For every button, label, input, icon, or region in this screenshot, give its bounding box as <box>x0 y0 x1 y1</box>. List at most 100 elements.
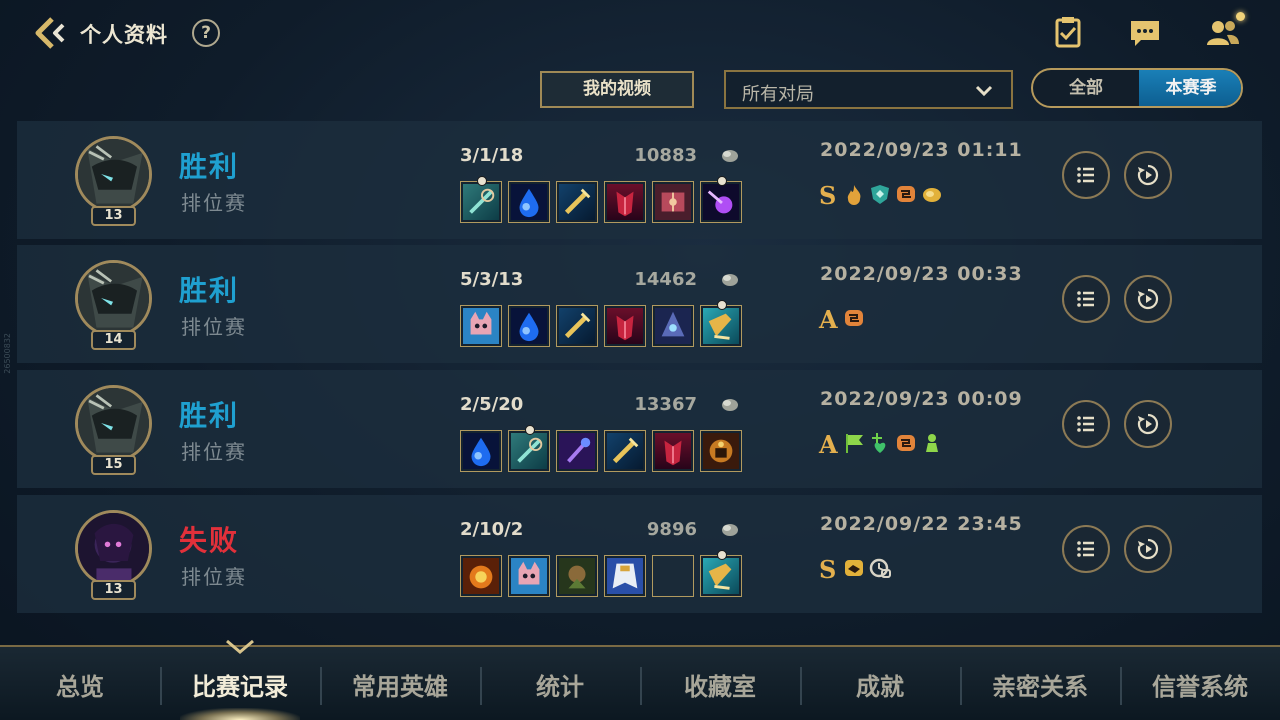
gold-amount: 9896 <box>646 519 697 540</box>
match-details-button[interactable] <box>1062 525 1110 573</box>
teal-sword-item[interactable] <box>508 425 550 472</box>
grade-badge: A <box>819 305 838 334</box>
empty-slot[interactable] <box>652 555 694 597</box>
red-armor-item[interactable] <box>604 305 646 347</box>
match-replay-button[interactable] <box>1124 525 1172 573</box>
match-result: 失败 <box>179 524 240 557</box>
red-armor-item[interactable] <box>652 430 694 472</box>
replay-icon <box>1137 164 1159 186</box>
teal-sword-item[interactable] <box>460 176 502 223</box>
pawn-icon <box>926 434 938 452</box>
chevron-down-icon <box>975 85 993 97</box>
kda-text: 2/5/20 <box>460 394 524 415</box>
heal-icon <box>872 433 886 453</box>
item-marker-icon <box>717 550 727 560</box>
item-marker-icon <box>717 176 727 186</box>
my-videos-button[interactable]: 我的视频 <box>540 71 694 108</box>
tab-separator <box>160 667 162 705</box>
match-mode: 排位赛 <box>181 191 247 215</box>
tab-4[interactable]: 收藏室 <box>640 647 800 720</box>
tab-separator <box>480 667 482 705</box>
side-id-text: 26500832 <box>3 333 12 374</box>
notification-dot <box>1236 12 1245 21</box>
match-replay-button[interactable] <box>1124 275 1172 323</box>
clipboard-check-icon[interactable] <box>1050 14 1086 50</box>
champion-level: 13 <box>91 580 136 600</box>
white-cape-item[interactable] <box>604 555 646 597</box>
gold-sword-item[interactable] <box>556 181 598 223</box>
gold-amount: 10883 <box>634 145 697 166</box>
tab-0[interactable]: 总览 <box>0 647 160 720</box>
match-type-select[interactable]: 所有对局 <box>724 70 1013 109</box>
gold-icon <box>722 150 738 162</box>
match-row[interactable]: 13 失败 排位赛 2/10/2 9896 2022/09/22 23:45 S <box>17 495 1262 613</box>
book-item[interactable] <box>652 181 694 223</box>
list-icon <box>1077 541 1094 557</box>
blue-hood-item[interactable] <box>652 305 694 347</box>
friends-icon[interactable] <box>1205 14 1241 50</box>
tab-5[interactable]: 成就 <box>800 647 960 720</box>
match-replay-button[interactable] <box>1124 151 1172 199</box>
season-all-option[interactable]: 全部 <box>1033 70 1139 106</box>
tab-6[interactable]: 亲密关系 <box>960 647 1120 720</box>
tab-2[interactable]: 常用英雄 <box>320 647 480 720</box>
champion-avatar <box>75 260 152 337</box>
match-details-button[interactable] <box>1062 400 1110 448</box>
flag-icon <box>846 434 863 453</box>
kda-text: 2/10/2 <box>460 519 524 540</box>
purple-staff-item[interactable] <box>556 430 598 472</box>
fire-beast-item[interactable] <box>460 555 502 597</box>
help-icon[interactable]: ? <box>192 19 220 47</box>
match-row[interactable]: 15 胜利 排位赛 2/5/20 13367 2022/09/23 00:09 A <box>17 370 1262 488</box>
champion-level: 13 <box>91 206 136 226</box>
list-icon <box>1077 416 1094 432</box>
gold-pick-item[interactable] <box>700 300 742 347</box>
tab-separator <box>1120 667 1122 705</box>
blue-drop-item[interactable] <box>508 305 550 347</box>
grade-badge: S <box>819 555 837 584</box>
tab-7[interactable]: 信誉系统 <box>1120 647 1280 720</box>
blue-drop-item[interactable] <box>460 430 502 472</box>
match-row[interactable]: 14 胜利 排位赛 5/3/13 14462 2022/09/23 00:33 A <box>17 245 1262 363</box>
match-result: 胜利 <box>179 274 240 307</box>
gold-icon <box>722 524 738 536</box>
gold-sword-item[interactable] <box>556 305 598 347</box>
red-armor-item[interactable] <box>604 181 646 223</box>
tab-separator <box>320 667 322 705</box>
match-row[interactable]: 13 胜利 排位赛 3/1/18 10883 2022/09/23 01:11 S <box>17 121 1262 239</box>
gold-icon <box>722 274 738 286</box>
gold-sword-item[interactable] <box>604 430 646 472</box>
match-replay-button[interactable] <box>1124 400 1172 448</box>
season-current-option[interactable]: 本赛季 <box>1139 70 1241 106</box>
gold-pick-item[interactable] <box>700 550 742 597</box>
match-type-value: 所有对局 <box>742 84 814 105</box>
match-datetime: 2022/09/23 00:09 <box>820 388 1023 410</box>
match-result: 胜利 <box>179 150 240 183</box>
handshake-icon <box>845 560 863 576</box>
chat-bubble-icon[interactable] <box>1127 14 1163 50</box>
link-icon <box>897 186 915 202</box>
cat-face-item[interactable] <box>508 555 550 597</box>
champion-level: 14 <box>91 330 136 350</box>
season-toggle[interactable]: 全部 本赛季 <box>1031 68 1243 108</box>
replay-icon <box>1137 413 1159 435</box>
tab-separator <box>960 667 962 705</box>
golden-golem-item[interactable] <box>700 430 742 472</box>
tab-3[interactable]: 统计 <box>480 647 640 720</box>
match-datetime: 2022/09/23 00:33 <box>820 263 1023 285</box>
purple-orb-item[interactable] <box>700 176 742 223</box>
back-arrow-icon[interactable] <box>32 14 70 52</box>
replay-icon <box>1137 538 1159 560</box>
link-icon <box>897 435 915 451</box>
champion-avatar <box>75 510 152 587</box>
list-icon <box>1077 167 1094 183</box>
match-details-button[interactable] <box>1062 151 1110 199</box>
cat-face-item[interactable] <box>460 305 502 347</box>
blue-drop-item[interactable] <box>508 181 550 223</box>
gold-amount: 13367 <box>634 394 697 415</box>
match-details-button[interactable] <box>1062 275 1110 323</box>
match-result: 胜利 <box>179 399 240 432</box>
tab-separator <box>640 667 642 705</box>
tab-separator <box>800 667 802 705</box>
green-warrior-item[interactable] <box>556 555 598 597</box>
